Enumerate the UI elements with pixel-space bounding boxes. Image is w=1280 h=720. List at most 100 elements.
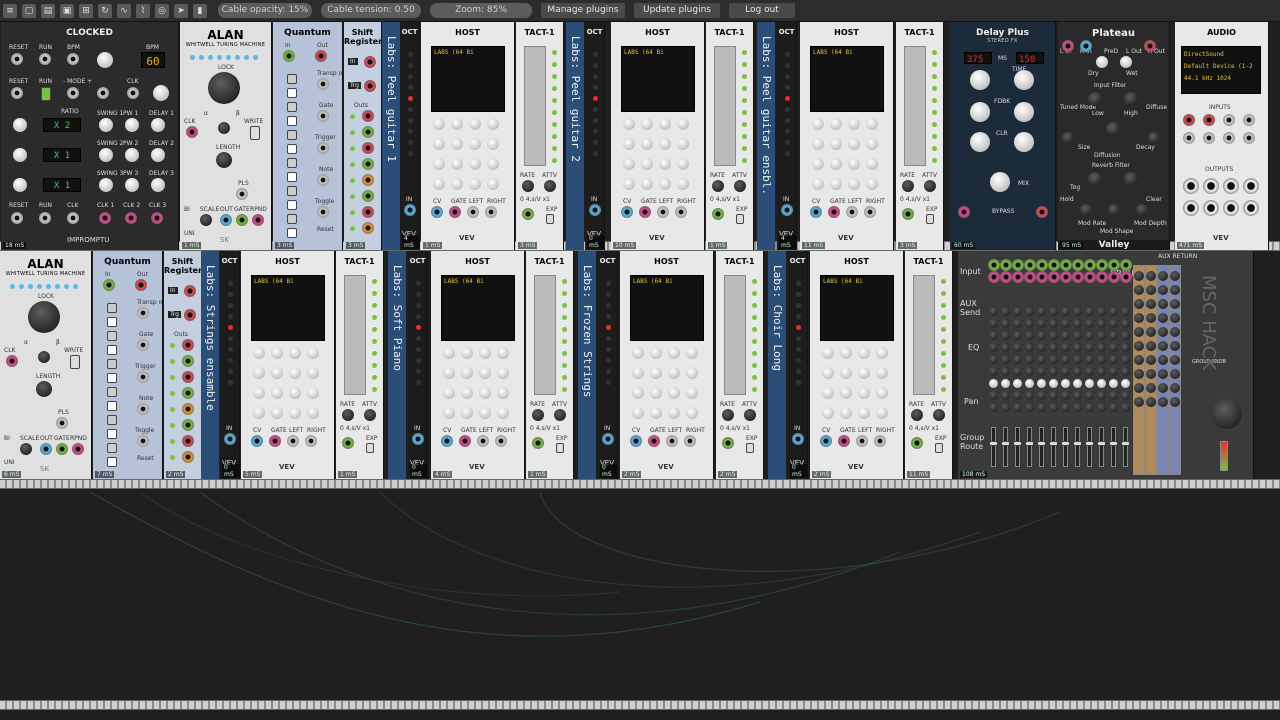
knob[interactable] (1061, 343, 1070, 352)
knob[interactable] (1158, 285, 1168, 295)
knob[interactable] (876, 347, 888, 359)
knob[interactable] (1134, 383, 1144, 393)
save-icon[interactable]: ▣ (60, 3, 74, 18)
knob[interactable] (271, 407, 283, 419)
knob[interactable] (1037, 343, 1046, 352)
jack[interactable] (1223, 114, 1235, 126)
knob[interactable] (1109, 403, 1118, 412)
channel-fader[interactable] (1039, 427, 1044, 467)
jack[interactable] (236, 214, 248, 226)
jack[interactable] (151, 212, 163, 224)
knob[interactable] (469, 118, 481, 130)
knob[interactable] (13, 178, 27, 192)
jack[interactable] (1036, 271, 1048, 283)
jack[interactable] (630, 435, 642, 447)
jack[interactable] (236, 188, 248, 200)
jack[interactable] (182, 451, 194, 463)
jack[interactable] (184, 285, 196, 297)
jack[interactable] (1096, 259, 1108, 271)
knob[interactable] (151, 178, 165, 192)
knob[interactable] (433, 178, 445, 190)
knob[interactable] (289, 367, 301, 379)
fader-cap[interactable] (1049, 441, 1058, 446)
knob[interactable] (1049, 379, 1058, 388)
jack[interactable] (362, 222, 374, 234)
knob[interactable] (1013, 319, 1022, 328)
knob[interactable] (1134, 369, 1144, 379)
knob[interactable] (253, 387, 265, 399)
jack[interactable] (781, 204, 793, 216)
knob[interactable] (924, 180, 936, 192)
knob[interactable] (1134, 327, 1144, 337)
knob[interactable] (866, 178, 878, 190)
knob[interactable] (623, 178, 635, 190)
jack[interactable] (97, 87, 109, 99)
knob[interactable] (659, 118, 671, 130)
knob[interactable] (970, 102, 990, 122)
knob[interactable] (99, 148, 113, 162)
jack[interactable] (958, 206, 970, 218)
knob[interactable] (1146, 271, 1156, 281)
note-key[interactable] (107, 303, 117, 313)
note-key[interactable] (287, 228, 297, 238)
knob[interactable] (253, 347, 265, 359)
knob[interactable] (1061, 319, 1070, 328)
fader-cap[interactable] (1025, 441, 1034, 446)
knob[interactable] (668, 347, 680, 359)
exp-switch[interactable] (926, 214, 934, 224)
jack[interactable] (182, 435, 194, 447)
knob[interactable] (1121, 355, 1130, 364)
knob[interactable] (686, 347, 698, 359)
jack[interactable] (722, 437, 734, 449)
jack[interactable] (1036, 259, 1048, 271)
knob[interactable] (840, 407, 852, 419)
jack[interactable] (846, 206, 858, 218)
knob[interactable] (469, 178, 481, 190)
knob[interactable] (830, 138, 842, 150)
knob[interactable] (433, 158, 445, 170)
knob[interactable] (1025, 403, 1034, 412)
knob[interactable] (1170, 313, 1180, 323)
knob[interactable] (1061, 391, 1070, 400)
knob[interactable] (1013, 391, 1022, 400)
knob[interactable] (744, 409, 756, 421)
knob[interactable] (812, 138, 824, 150)
knob[interactable] (1097, 307, 1106, 316)
note-key[interactable] (287, 158, 297, 168)
knob[interactable] (479, 367, 491, 379)
knob[interactable] (1073, 319, 1082, 328)
knob[interactable] (1025, 319, 1034, 328)
fader-cap[interactable] (1061, 441, 1070, 446)
jack[interactable] (1012, 259, 1024, 271)
knob[interactable] (830, 158, 842, 170)
knob[interactable] (1097, 355, 1106, 364)
knob[interactable] (216, 152, 232, 168)
knob[interactable] (289, 387, 301, 399)
note-key[interactable] (287, 172, 297, 182)
knob[interactable] (364, 409, 376, 421)
jack[interactable] (1144, 40, 1156, 52)
knob[interactable] (461, 387, 473, 399)
knob[interactable] (641, 138, 653, 150)
touch-strip[interactable] (724, 275, 746, 395)
jack[interactable] (1072, 271, 1084, 283)
knob[interactable] (479, 407, 491, 419)
knob[interactable] (200, 214, 212, 226)
fader-cap[interactable] (1013, 441, 1022, 446)
knob[interactable] (1170, 369, 1180, 379)
knob[interactable] (151, 148, 165, 162)
knob[interactable] (933, 409, 945, 421)
knob[interactable] (623, 138, 635, 150)
knob[interactable] (989, 331, 998, 340)
jack[interactable] (362, 126, 374, 138)
knob[interactable] (433, 118, 445, 130)
knob[interactable] (1061, 307, 1070, 316)
knob[interactable] (469, 138, 481, 150)
knob[interactable] (650, 347, 662, 359)
jack[interactable] (317, 110, 329, 122)
knob[interactable] (554, 409, 566, 421)
knob[interactable] (1158, 383, 1168, 393)
knob[interactable] (858, 407, 870, 419)
knob[interactable] (1025, 367, 1034, 376)
jack[interactable] (40, 443, 52, 455)
